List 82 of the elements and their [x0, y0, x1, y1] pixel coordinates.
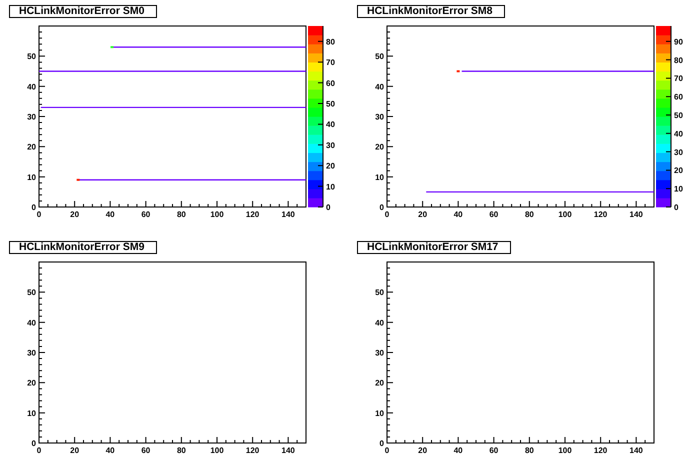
- tick-label: 0: [32, 203, 36, 212]
- tick-label: 20: [70, 210, 80, 219]
- tick-label: 20: [27, 142, 36, 152]
- tick-label: 40: [375, 82, 384, 92]
- tick-label: 50: [27, 52, 36, 62]
- tick-label: 50: [375, 52, 384, 62]
- tick-label: 30: [27, 348, 36, 358]
- tick-label: 80: [524, 446, 534, 455]
- tick-label: 100: [558, 210, 572, 219]
- tick-label: 60: [674, 92, 683, 102]
- tick-label: 50: [375, 288, 384, 298]
- tick-label: 70: [674, 74, 683, 84]
- tick-label: 80: [524, 210, 534, 219]
- panel-title: HCLinkMonitorError SM8: [357, 5, 506, 18]
- tick-label: 120: [246, 210, 260, 219]
- tick-label: 140: [630, 210, 643, 219]
- data-point: [110, 46, 114, 48]
- tick-label: 40: [454, 446, 463, 455]
- panel-title: HCLinkMonitorError SM9: [9, 241, 158, 254]
- tick-label: 30: [27, 112, 36, 122]
- tick-label: 100: [558, 446, 572, 455]
- tick-label: 40: [326, 120, 335, 130]
- tick-label: 50: [326, 100, 335, 108]
- tick-label: 20: [418, 210, 428, 219]
- tick-label: 80: [176, 446, 186, 455]
- tick-label: 40: [375, 318, 384, 328]
- tick-label: 40: [106, 446, 115, 455]
- tick-label: 20: [418, 446, 428, 455]
- tick-label: 70: [326, 58, 335, 68]
- tick-label: 20: [375, 378, 384, 388]
- tick-label: 10: [326, 182, 335, 192]
- tick-label: 20: [27, 378, 36, 388]
- tick-label: 80: [326, 37, 335, 46]
- tick-label: 100: [210, 210, 224, 219]
- panel-title: HCLinkMonitorError SM0: [9, 5, 158, 18]
- tick-label: 0: [384, 210, 390, 219]
- tick-label: 20: [674, 166, 683, 176]
- tick-label: 30: [674, 148, 683, 157]
- tick-label: 80: [674, 56, 683, 65]
- tick-label: 0: [380, 203, 384, 212]
- tick-label: 60: [141, 210, 150, 219]
- tick-label: 0: [384, 446, 390, 455]
- data-point: [456, 70, 460, 72]
- tick-label: 20: [326, 162, 335, 171]
- tick-label: 30: [326, 140, 335, 150]
- tick-label: 0: [36, 210, 42, 219]
- tick-label: 40: [27, 318, 36, 328]
- tick-label: 60: [489, 210, 498, 219]
- tick-label: 120: [594, 210, 608, 219]
- tick-label: 80: [176, 210, 186, 219]
- tick-label: 10: [674, 184, 683, 194]
- tick-label: 60: [326, 78, 335, 88]
- tick-label: 120: [246, 446, 260, 455]
- tick-label: 40: [454, 210, 463, 219]
- tick-label: 20: [70, 446, 80, 455]
- tick-label: 10: [375, 172, 384, 182]
- tick-label: 140: [630, 446, 643, 455]
- tick-label: 0: [326, 203, 330, 212]
- tick-label: 40: [674, 129, 683, 138]
- tick-label: 40: [106, 210, 115, 219]
- tick-label: 0: [674, 203, 678, 212]
- tick-label: 0: [32, 439, 36, 448]
- tick-label: 140: [282, 446, 295, 455]
- tick-label: 10: [375, 408, 384, 418]
- tick-label: 50: [674, 111, 683, 120]
- tick-label: 30: [375, 112, 384, 122]
- tick-label: 20: [375, 142, 384, 152]
- tick-label: 10: [27, 408, 36, 418]
- tick-label: 0: [36, 446, 42, 455]
- tick-label: 60: [489, 446, 498, 455]
- tick-label: 60: [141, 446, 150, 455]
- tick-label: 30: [375, 348, 384, 358]
- tick-label: 120: [594, 446, 608, 455]
- tick-label: 90: [674, 37, 683, 46]
- tick-label: 40: [27, 82, 36, 92]
- tick-label: 10: [27, 172, 36, 182]
- data-point: [76, 178, 80, 181]
- panel-title: HCLinkMonitorError SM17: [357, 241, 512, 254]
- tick-label: 50: [27, 288, 36, 298]
- tick-label: 0: [380, 439, 384, 448]
- tick-label: 140: [282, 210, 295, 219]
- tick-label: 100: [210, 446, 224, 455]
